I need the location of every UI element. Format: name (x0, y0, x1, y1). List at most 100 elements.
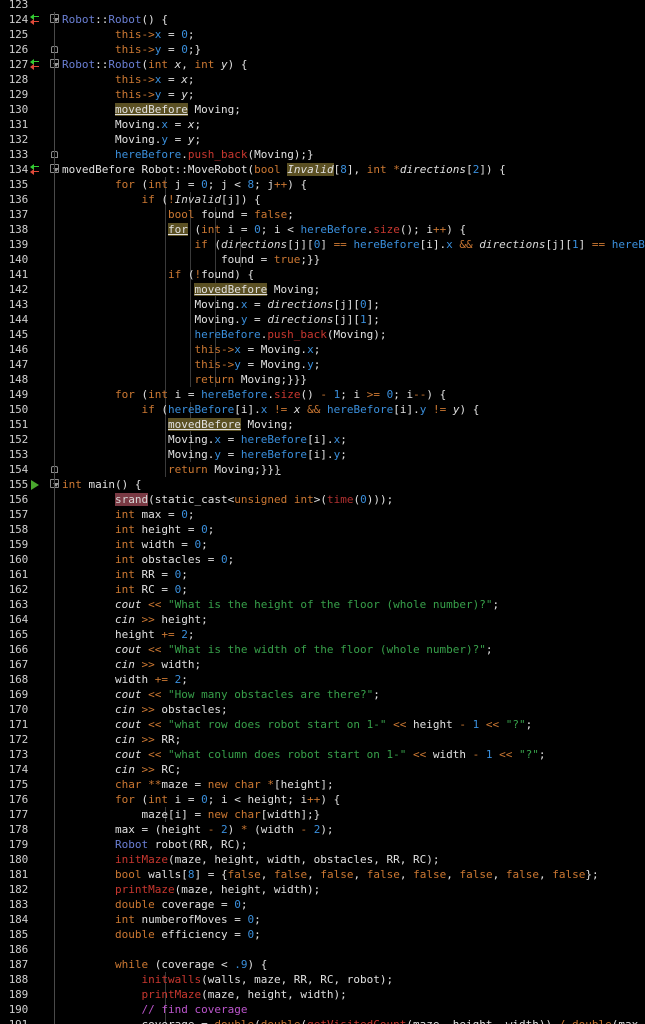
code-text[interactable]: cin >> width; (62, 657, 201, 672)
code-line[interactable]: 126 this->y = 0;} (0, 42, 645, 57)
code-text[interactable]: this->y = 0;} (62, 42, 201, 57)
line-number-gutter[interactable]: 165 (0, 627, 47, 642)
code-line[interactable]: 158 int height = 0; (0, 522, 645, 537)
override-arrows-icon[interactable] (30, 163, 44, 176)
code-text[interactable]: this->y = Moving.y; (62, 357, 320, 372)
code-line[interactable]: 189 printMaze(maze, height, width); (0, 987, 645, 1002)
line-number-gutter[interactable]: 151 (0, 417, 47, 432)
code-line[interactable]: 145 hereBefore.push_back(Moving); (0, 327, 645, 342)
line-number-gutter[interactable]: 168 (0, 672, 47, 687)
code-line[interactable]: 153 Moving.y = hereBefore[i].y; (0, 447, 645, 462)
code-text[interactable]: double coverage = 0; (62, 897, 247, 912)
code-text[interactable]: Moving.y = y; (62, 132, 201, 147)
code-line[interactable]: 176 for (int i = 0; i < height; i++) { (0, 792, 645, 807)
line-number-gutter[interactable]: 133 (0, 147, 47, 162)
code-line[interactable]: 157 int max = 0; (0, 507, 645, 522)
line-number-gutter[interactable]: 177 (0, 807, 47, 822)
code-line[interactable]: 182 printMaze(maze, height, width); (0, 882, 645, 897)
code-text[interactable]: this->y = y; (62, 87, 195, 102)
code-line[interactable]: 175 char **maze = new char *[height]; (0, 777, 645, 792)
code-text[interactable]: initwalls(walls, maze, RR, RC, robot); (62, 972, 393, 987)
code-line[interactable]: 132 Moving.y = y; (0, 132, 645, 147)
line-number-gutter[interactable]: 140 (0, 252, 47, 267)
code-line[interactable]: 156 srand(static_cast<unsigned int>(time… (0, 492, 645, 507)
line-number-gutter[interactable]: 191 (0, 1017, 47, 1024)
line-number-gutter[interactable]: 145 (0, 327, 47, 342)
line-number-gutter[interactable]: 157 (0, 507, 47, 522)
code-line[interactable]: 191 coverage = double(double(getVisitedC… (0, 1017, 645, 1024)
code-text[interactable]: for (int i = 0; i < hereBefore.size(); i… (62, 222, 466, 237)
code-line[interactable]: 130 movedBefore Moving; (0, 102, 645, 117)
line-number-gutter[interactable]: 189 (0, 987, 47, 1002)
code-line[interactable]: 129 this->y = y; (0, 87, 645, 102)
line-number-gutter[interactable]: 161 (0, 567, 47, 582)
line-number-gutter[interactable]: 129 (0, 87, 47, 102)
line-number-gutter[interactable]: 155 (0, 477, 47, 492)
line-number-gutter[interactable]: 131 (0, 117, 47, 132)
code-line[interactable]: 138 for (int i = 0; i < hereBefore.size(… (0, 222, 645, 237)
code-line[interactable]: 179 Robot robot(RR, RC); (0, 837, 645, 852)
line-number-gutter[interactable]: 174 (0, 762, 47, 777)
code-line[interactable]: 184 int numberofMoves = 0; (0, 912, 645, 927)
code-text[interactable]: max = (height - 2) * (width - 2); (62, 822, 334, 837)
code-text[interactable]: return Moving;}}} (62, 462, 281, 477)
code-line[interactable]: 180 initMaze(maze, height, width, obstac… (0, 852, 645, 867)
code-line[interactable]: 160 int obstacles = 0; (0, 552, 645, 567)
code-text[interactable]: initMaze(maze, height, width, obstacles,… (62, 852, 440, 867)
code-text[interactable]: for (int i = 0; i < height; i++) { (62, 792, 340, 807)
code-text[interactable]: movedBefore Moving; (62, 102, 241, 117)
code-text[interactable]: srand(static_cast<unsigned int>(time(0))… (62, 492, 393, 507)
code-text[interactable]: printMaze(maze, height, width); (62, 987, 346, 1002)
code-text[interactable]: char **maze = new char *[height]; (62, 777, 334, 792)
line-number-gutter[interactable]: 143 (0, 297, 47, 312)
override-arrows-icon[interactable] (30, 13, 44, 26)
line-number-gutter[interactable]: 156 (0, 492, 47, 507)
line-number-gutter[interactable]: 178 (0, 822, 47, 837)
line-number-gutter[interactable]: 135 (0, 177, 47, 192)
code-line[interactable]: 178 max = (height - 2) * (width - 2); (0, 822, 645, 837)
code-text[interactable]: if (!Invalid[j]) { (62, 192, 260, 207)
line-number-gutter[interactable]: 182 (0, 882, 47, 897)
code-line[interactable]: 154 return Moving;}}} (0, 462, 645, 477)
line-number-gutter[interactable]: 166 (0, 642, 47, 657)
line-number-gutter[interactable]: 169 (0, 687, 47, 702)
code-line[interactable]: 187 while (coverage < .9) { (0, 957, 645, 972)
code-line[interactable]: 141 if (!found) { (0, 267, 645, 282)
line-number-gutter[interactable]: 183 (0, 897, 47, 912)
line-number-gutter[interactable]: 127 (0, 57, 47, 72)
line-number-gutter[interactable]: 123 (0, 0, 47, 12)
code-text[interactable]: int width = 0; (62, 537, 208, 552)
code-text[interactable]: height += 2; (62, 627, 195, 642)
code-line[interactable]: 188 initwalls(walls, maze, RR, RC, robot… (0, 972, 645, 987)
code-text[interactable]: while (coverage < .9) { (62, 957, 267, 972)
line-number-gutter[interactable]: 144 (0, 312, 47, 327)
code-text[interactable]: Moving.x = directions[j][0]; (62, 297, 379, 312)
line-number-gutter[interactable]: 146 (0, 342, 47, 357)
line-number-gutter[interactable]: 184 (0, 912, 47, 927)
code-text[interactable]: width += 2; (62, 672, 188, 687)
code-text[interactable]: int height = 0; (62, 522, 214, 537)
line-number-gutter[interactable]: 130 (0, 102, 47, 117)
code-line[interactable]: 137 bool found = false; (0, 207, 645, 222)
line-number-gutter[interactable]: 163 (0, 597, 47, 612)
code-line[interactable]: 168 width += 2; (0, 672, 645, 687)
line-number-gutter[interactable]: 172 (0, 732, 47, 747)
code-text[interactable]: bool found = false; (62, 207, 294, 222)
code-line[interactable]: 124 Robot::Robot() { (0, 12, 645, 27)
code-text[interactable]: Moving.y = hereBefore[i].y; (62, 447, 347, 462)
code-line[interactable]: 186 (0, 942, 645, 957)
code-text[interactable]: double efficiency = 0; (62, 927, 261, 942)
code-text[interactable]: int RC = 0; (62, 582, 188, 597)
line-number-gutter[interactable]: 150 (0, 402, 47, 417)
code-text[interactable]: movedBefore Robot::MoveRobot(bool Invali… (62, 162, 506, 177)
code-line[interactable]: 127 Robot::Robot(int x, int y) { (0, 57, 645, 72)
code-line[interactable]: 147 this->y = Moving.y; (0, 357, 645, 372)
code-text[interactable]: hereBefore.push_back(Moving); (62, 327, 386, 342)
line-number-gutter[interactable]: 181 (0, 867, 47, 882)
code-text[interactable]: cin >> RR; (62, 732, 181, 747)
code-line[interactable]: 164 cin >> height; (0, 612, 645, 627)
code-editor-pane[interactable]: 123 124 Robot::Robot() {125 this->x = 0; 12… (0, 0, 645, 1024)
code-line[interactable]: 125 this->x = 0; (0, 27, 645, 42)
code-line[interactable]: 170 cin >> obstacles; (0, 702, 645, 717)
code-line[interactable]: 150 if (hereBefore[i].x != x && hereBefo… (0, 402, 645, 417)
